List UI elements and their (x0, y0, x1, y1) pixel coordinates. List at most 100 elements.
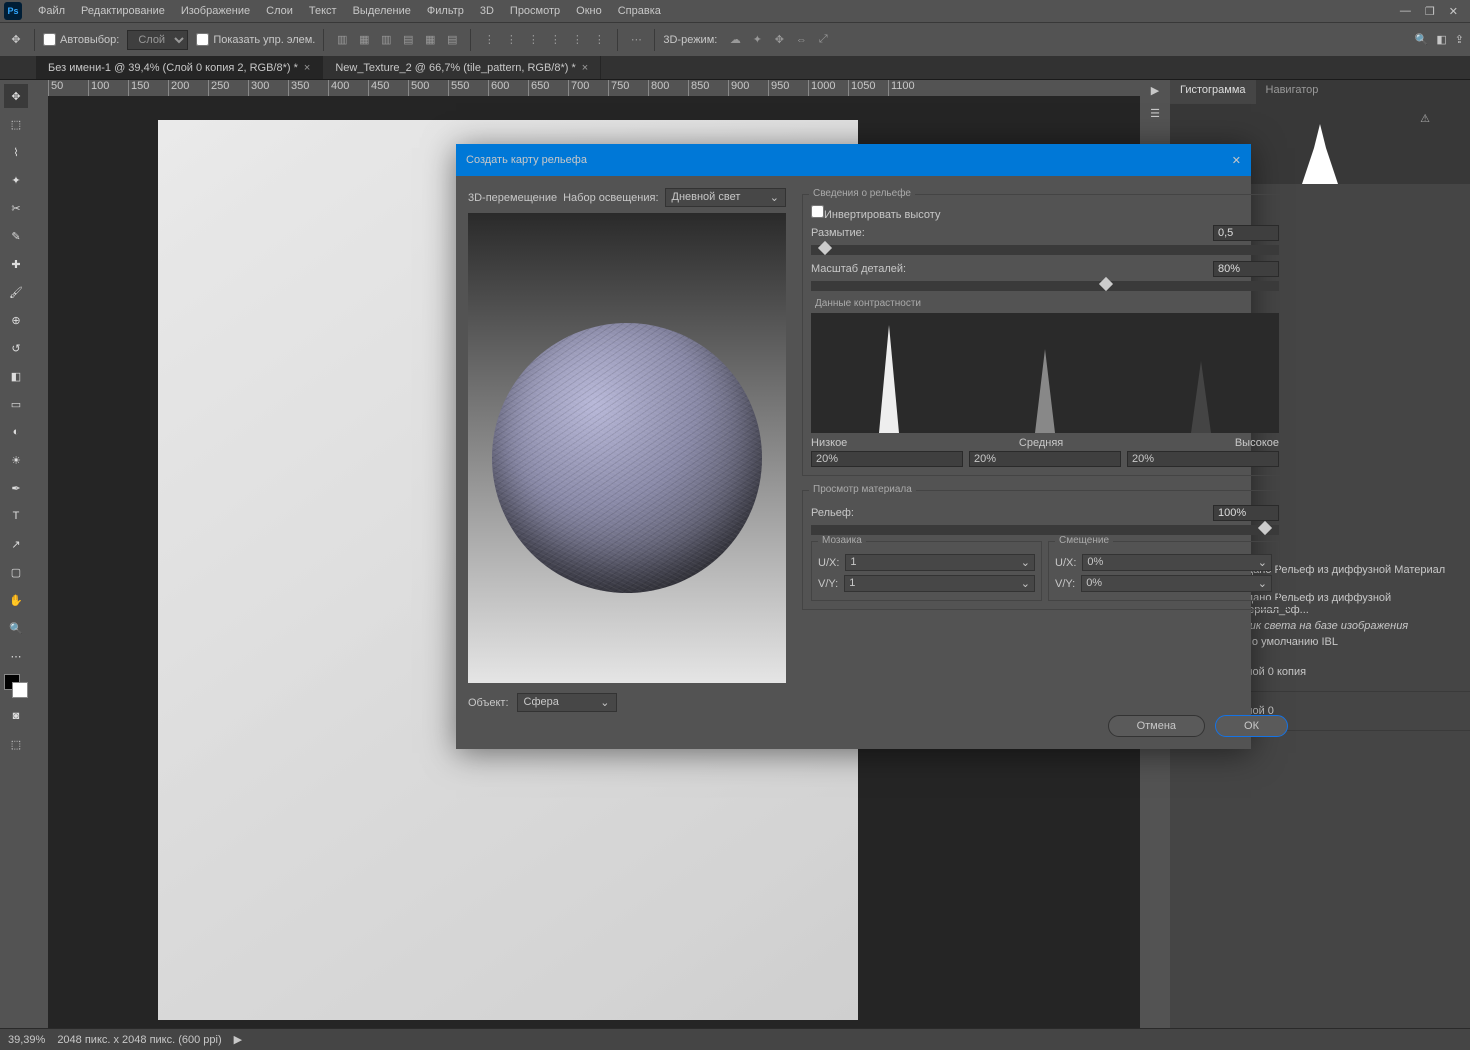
window-close-icon[interactable]: ✕ (1449, 5, 1458, 18)
cancel-button[interactable]: Отмена (1108, 715, 1205, 737)
edit-toolbar[interactable]: ⋯ (4, 644, 28, 668)
navigator-tab[interactable]: Навигатор (1256, 80, 1329, 104)
menu-3d[interactable]: 3D (472, 5, 502, 17)
offset-vy-select[interactable]: 0%⌄ (1081, 575, 1272, 592)
hand-tool[interactable]: ✋ (4, 588, 28, 612)
play-icon[interactable]: ▶ (1151, 84, 1159, 97)
blur-input[interactable] (1213, 225, 1279, 241)
menu-view[interactable]: Просмотр (502, 5, 568, 17)
document-info: 2048 пикс. x 2048 пикс. (600 ppi) (57, 1034, 221, 1046)
crop-tool[interactable]: ✂ (4, 196, 28, 220)
med-input[interactable] (969, 451, 1121, 467)
3d-pan-icon[interactable]: ✥ (769, 30, 789, 50)
show-controls-checkbox[interactable]: Показать упр. элем. (196, 33, 315, 46)
align-center-h-icon[interactable]: ▦ (354, 30, 374, 50)
menu-window[interactable]: Окно (568, 5, 610, 17)
lasso-tool[interactable]: ⌇ (4, 140, 28, 164)
dialog-titlebar[interactable]: Создать карту рельефа ✕ (456, 144, 1251, 176)
document-tab-2[interactable]: New_Texture_2 @ 66,7% (tile_pattern, RGB… (323, 56, 601, 79)
mosaic-ux-select[interactable]: 1⌄ (845, 554, 1035, 571)
dist-4-icon[interactable]: ⋮ (545, 30, 565, 50)
eraser-tool[interactable]: ◧ (4, 364, 28, 388)
high-input[interactable] (1127, 451, 1279, 467)
gradient-tool[interactable]: ▭ (4, 392, 28, 416)
autoselect-target-select[interactable]: Слой (127, 30, 188, 50)
ok-button[interactable]: ОК (1215, 715, 1288, 737)
stamp-tool[interactable]: ⊕ (4, 308, 28, 332)
low-input[interactable] (811, 451, 963, 467)
autoselect-checkbox[interactable]: Автовыбор: (43, 33, 119, 46)
chevron-down-icon: ⌄ (770, 191, 779, 204)
detail-scale-slider[interactable] (811, 281, 1279, 291)
menu-file[interactable]: Файл (30, 5, 73, 17)
3d-orbit-icon[interactable]: ☁ (725, 30, 745, 50)
heal-tool[interactable]: ✚ (4, 252, 28, 276)
eyedropper-tool[interactable]: ✎ (4, 224, 28, 248)
quickmask-tool[interactable]: ◙ (4, 704, 28, 728)
move-tool-icon: ✥ (6, 33, 26, 46)
more-options-icon[interactable]: ⋯ (626, 30, 646, 50)
brush-tool[interactable]: 🖌 (4, 280, 28, 304)
menu-help[interactable]: Справка (610, 5, 669, 17)
zoom-tool[interactable]: 🔍 (4, 616, 28, 640)
object-select[interactable]: Сфера⌄ (517, 693, 617, 712)
warning-icon[interactable]: ⚠ (1420, 112, 1430, 125)
color-swatches[interactable] (4, 674, 28, 698)
doc-info-arrow-icon[interactable]: ▶ (234, 1033, 242, 1046)
history-brush-tool[interactable]: ↺ (4, 336, 28, 360)
offset-ux-select[interactable]: 0%⌄ (1082, 554, 1272, 571)
path-tool[interactable]: ↗ (4, 532, 28, 556)
window-restore-icon[interactable]: ❐ (1425, 5, 1435, 18)
menu-filter[interactable]: Фильтр (419, 5, 472, 17)
tool-palette: ✥ ⬚ ⌇ ✦ ✂ ✎ ✚ 🖌 ⊕ ↺ ◧ ▭ ◐ ☀ ✒ T ↗ ▢ ✋ 🔍 … (0, 80, 32, 1028)
relief-input[interactable] (1213, 505, 1279, 521)
close-icon[interactable]: ✕ (1232, 154, 1241, 167)
blur-slider[interactable] (811, 245, 1279, 255)
align-left-icon[interactable]: ▥ (332, 30, 352, 50)
histogram-tab[interactable]: Гистограмма (1170, 80, 1256, 104)
mosaic-vy-select[interactable]: 1⌄ (844, 575, 1035, 592)
close-icon[interactable]: × (304, 62, 310, 74)
menu-layers[interactable]: Слои (258, 5, 301, 17)
dist-5-icon[interactable]: ⋮ (567, 30, 587, 50)
3d-rotate-icon[interactable]: ✦ (747, 30, 767, 50)
dist-3-icon[interactable]: ⋮ (523, 30, 543, 50)
window-minimize-icon[interactable]: — (1400, 5, 1411, 18)
blur-tool[interactable]: ◐ (4, 420, 28, 444)
detail-scale-input[interactable] (1213, 261, 1279, 277)
search-icon[interactable]: 🔍 (1415, 33, 1429, 46)
lightset-select[interactable]: Дневной свет⌄ (665, 188, 787, 207)
3d-slide-icon[interactable]: ⇔ (791, 30, 811, 50)
shape-tool[interactable]: ▢ (4, 560, 28, 584)
close-icon[interactable]: × (582, 62, 588, 74)
pen-tool[interactable]: ✒ (4, 476, 28, 500)
invert-height-checkbox[interactable]: Инвертировать высоту (811, 209, 940, 221)
dist-6-icon[interactable]: ⋮ (589, 30, 609, 50)
wand-tool[interactable]: ✦ (4, 168, 28, 192)
3d-scale-icon[interactable]: ⤢ (813, 30, 833, 50)
preview-area[interactable] (468, 213, 786, 683)
zoom-level[interactable]: 39,39% (8, 1034, 45, 1046)
align-bottom-icon[interactable]: ▤ (442, 30, 462, 50)
preview-sphere (492, 323, 762, 593)
dist-1-icon[interactable]: ⋮ (479, 30, 499, 50)
document-tab-1[interactable]: Без имени-1 @ 39,4% (Слой 0 копия 2, RGB… (36, 56, 323, 79)
align-right-icon[interactable]: ▥ (376, 30, 396, 50)
menu-image[interactable]: Изображение (173, 5, 258, 17)
status-bar: 39,39% 2048 пикс. x 2048 пикс. (600 ppi)… (0, 1028, 1470, 1050)
relief-slider[interactable] (811, 525, 1279, 535)
align-center-v-icon[interactable]: ▦ (420, 30, 440, 50)
align-top-icon[interactable]: ▤ (398, 30, 418, 50)
workspace-switch-icon[interactable]: ◧ (1436, 33, 1446, 46)
menu-text[interactable]: Текст (301, 5, 345, 17)
dist-2-icon[interactable]: ⋮ (501, 30, 521, 50)
properties-icon[interactable]: ☰ (1150, 107, 1160, 120)
marquee-tool[interactable]: ⬚ (4, 112, 28, 136)
screenmode-tool[interactable]: ⬚ (4, 732, 28, 756)
menu-edit[interactable]: Редактирование (73, 5, 173, 17)
dodge-tool[interactable]: ☀ (4, 448, 28, 472)
menu-select[interactable]: Выделение (345, 5, 419, 17)
share-icon[interactable]: ⇪ (1455, 33, 1464, 46)
type-tool[interactable]: T (4, 504, 28, 528)
move-tool[interactable]: ✥ (4, 84, 28, 108)
